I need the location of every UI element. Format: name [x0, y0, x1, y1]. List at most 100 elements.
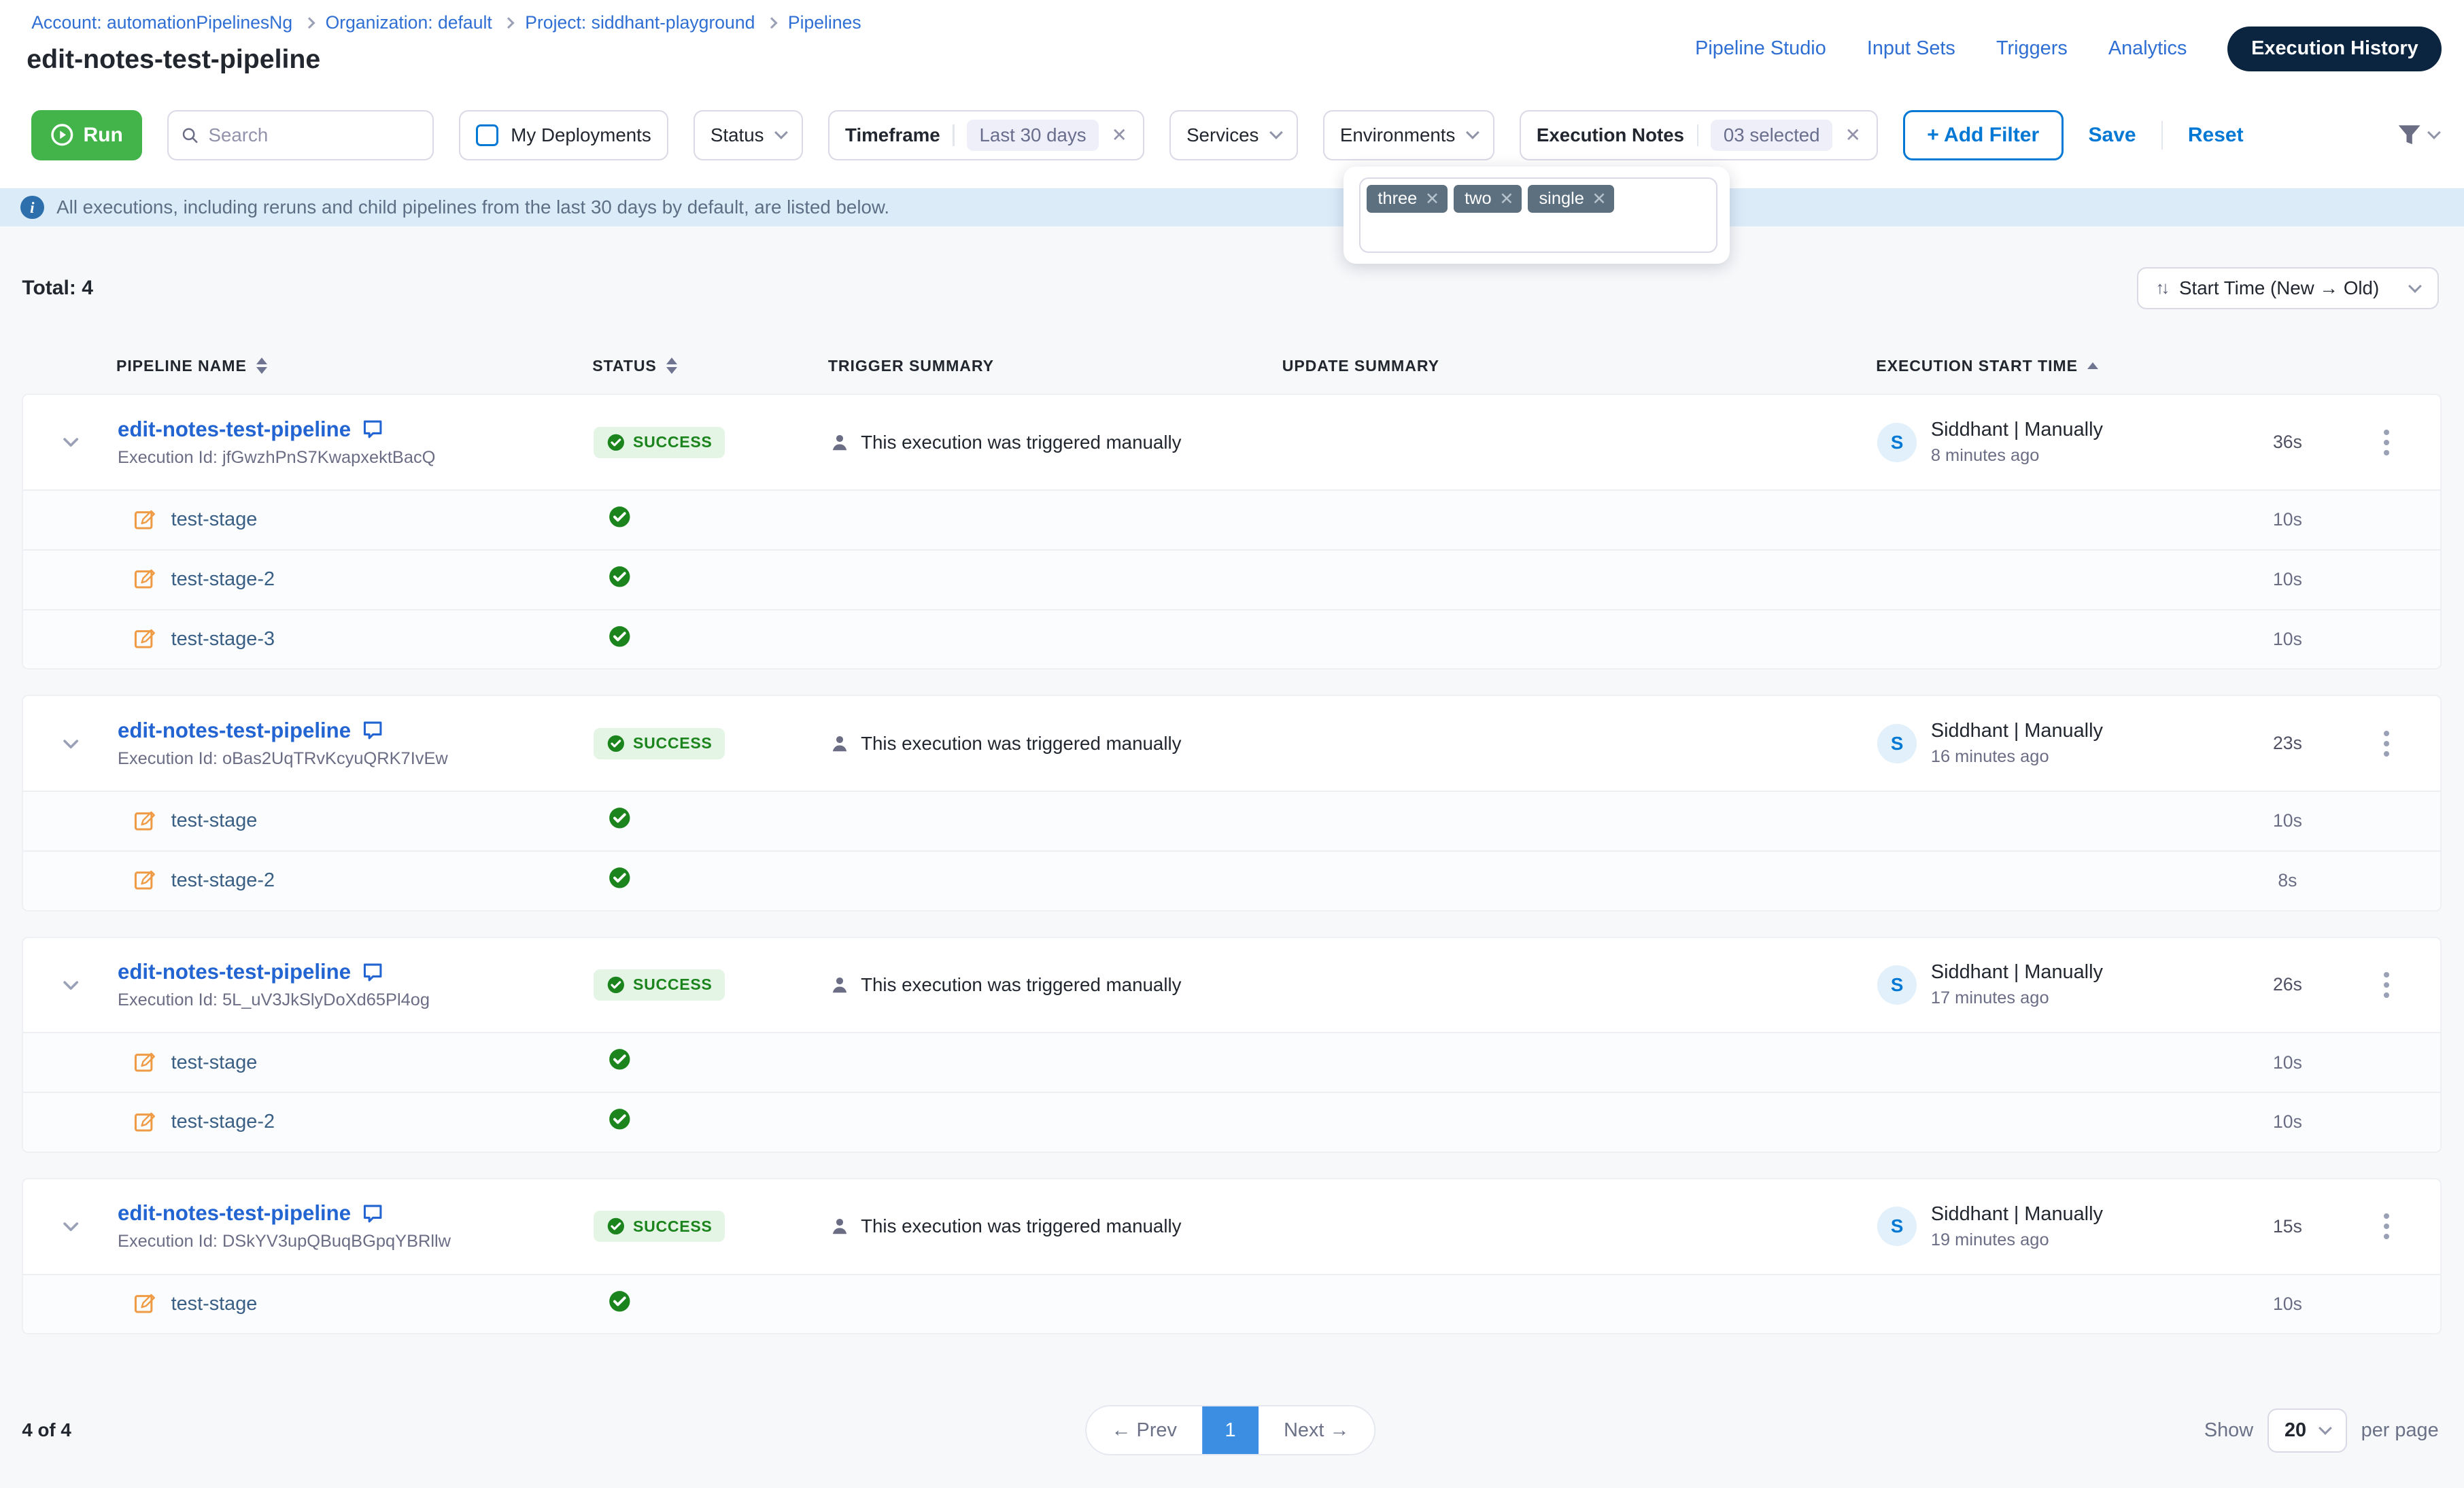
execution-notes-tag-input[interactable]: three✕two✕single✕: [1359, 177, 1717, 253]
run-button[interactable]: Run: [31, 110, 141, 160]
expand-chevron-icon[interactable]: [60, 733, 82, 755]
avatar[interactable]: S: [1877, 724, 1917, 763]
avatar[interactable]: S: [1877, 423, 1917, 462]
user-icon: [829, 432, 850, 453]
avatar[interactable]: S: [1877, 1207, 1917, 1246]
expand-chevron-icon[interactable]: [60, 431, 82, 453]
breadcrumb-link[interactable]: Pipelines: [788, 12, 861, 33]
breadcrumb-link[interactable]: Account: automationPipelinesNg: [31, 12, 292, 33]
breadcrumb-link[interactable]: Organization: default: [326, 12, 492, 33]
search-box: [167, 110, 434, 160]
note-tag[interactable]: single✕: [1528, 185, 1614, 212]
expand-chevron-icon[interactable]: [60, 1215, 82, 1237]
play-icon: [50, 123, 74, 147]
sort-dropdown[interactable]: ↑↓ Start Time (New → Old): [2137, 267, 2439, 309]
main-content: Total: 4 ↑↓ Start Time (New → Old) PIPEL…: [0, 226, 2464, 1488]
status-label: SUCCESS: [633, 975, 713, 994]
pipeline-name-link[interactable]: edit-notes-test-pipeline: [118, 719, 351, 743]
status-filter-dropdown[interactable]: Status: [694, 110, 803, 160]
execution-id: Execution Id: 5L_uV3JkSlyDoXd65Pl4og: [118, 990, 594, 1010]
nav-link-pipeline-studio[interactable]: Pipeline Studio: [1695, 37, 1826, 60]
kebab-menu-icon[interactable]: [2378, 966, 2396, 1005]
column-header-status[interactable]: STATUS: [592, 357, 828, 375]
user-icon: [829, 733, 850, 754]
stage-name[interactable]: test-stage-2: [171, 1111, 275, 1133]
pipeline-name-link[interactable]: edit-notes-test-pipeline: [118, 417, 351, 442]
page-size-dropdown[interactable]: 20: [2268, 1408, 2347, 1453]
execution-row[interactable]: edit-notes-test-pipeline Execution Id: 5…: [23, 938, 2440, 1033]
execution-row[interactable]: edit-notes-test-pipeline Execution Id: D…: [23, 1179, 2440, 1274]
execution-time-ago: 17 minutes ago: [1931, 988, 2103, 1008]
pipeline-name-link[interactable]: edit-notes-test-pipeline: [118, 960, 351, 984]
stage-success-icon: [608, 1048, 632, 1071]
add-filter-button[interactable]: + Add Filter: [1903, 110, 2064, 160]
stage-duration: 10s: [2233, 509, 2343, 530]
stage-name[interactable]: test-stage-2: [171, 568, 275, 591]
avatar[interactable]: S: [1877, 965, 1917, 1005]
expand-chevron-icon[interactable]: [60, 974, 82, 996]
clear-execution-notes-icon[interactable]: ✕: [1845, 124, 1861, 146]
stage-edit-icon: [133, 508, 157, 532]
current-page-button[interactable]: 1: [1202, 1406, 1259, 1454]
environments-filter-dropdown[interactable]: Environments: [1323, 110, 1494, 160]
stage-name[interactable]: test-stage: [171, 1293, 258, 1315]
my-deployments-toggle[interactable]: My Deployments: [459, 110, 668, 160]
stage-name[interactable]: test-stage: [171, 508, 258, 531]
divider: [2161, 121, 2163, 150]
nav-link-analytics[interactable]: Analytics: [2108, 37, 2187, 60]
stage-row[interactable]: test-stage-2 8s: [23, 850, 2440, 910]
toolbar: Run My Deployments Status Timeframe Last…: [31, 110, 2438, 160]
stage-name[interactable]: test-stage-3: [171, 628, 275, 651]
remove-tag-icon[interactable]: ✕: [1499, 188, 1513, 209]
stage-row[interactable]: test-stage 10s: [23, 1032, 2440, 1092]
execution-row[interactable]: edit-notes-test-pipeline Execution Id: j…: [23, 395, 2440, 489]
stage-row[interactable]: test-stage 10s: [23, 791, 2440, 850]
stage-row[interactable]: test-stage 10s: [23, 489, 2440, 549]
note-tag-label: two: [1465, 189, 1492, 209]
divider: [953, 124, 954, 146]
save-filter-link[interactable]: Save: [2088, 124, 2136, 147]
stage-name[interactable]: test-stage: [171, 810, 258, 832]
column-header-pipeline-name[interactable]: PIPELINE NAME: [116, 357, 592, 375]
note-tag[interactable]: two ✕: [1454, 185, 1522, 212]
comment-icon[interactable]: [362, 719, 383, 741]
nav-link-triggers[interactable]: Triggers: [1996, 37, 2068, 60]
stage-row[interactable]: test-stage 10s: [23, 1274, 2440, 1334]
next-page-button[interactable]: Next →: [1259, 1406, 1374, 1454]
breadcrumb-link[interactable]: Project: siddhant-playground: [525, 12, 755, 33]
stage-name[interactable]: test-stage: [171, 1052, 258, 1074]
nav-link-input-sets[interactable]: Input Sets: [1867, 37, 1955, 60]
stage-row[interactable]: test-stage-3 10s: [23, 609, 2440, 669]
stage-name[interactable]: test-stage-2: [171, 869, 275, 892]
kebab-menu-icon[interactable]: [2378, 423, 2396, 462]
my-deployments-checkbox[interactable]: [476, 124, 498, 146]
clear-timeframe-icon[interactable]: ✕: [1112, 124, 1127, 146]
remove-tag-icon[interactable]: ✕: [1425, 188, 1439, 209]
kebab-menu-icon[interactable]: [2378, 724, 2396, 763]
comment-icon[interactable]: [362, 1202, 383, 1224]
execution-notes-value-tag: 03 selected: [1711, 120, 1832, 151]
remove-tag-icon[interactable]: ✕: [1592, 188, 1606, 209]
stage-row[interactable]: test-stage-2 10s: [23, 1092, 2440, 1152]
show-label: Show: [2204, 1419, 2253, 1442]
pipeline-name-link[interactable]: edit-notes-test-pipeline: [118, 1201, 351, 1226]
services-filter-dropdown[interactable]: Services: [1169, 110, 1298, 160]
status-label: SUCCESS: [633, 1217, 713, 1236]
comment-icon[interactable]: [362, 961, 383, 983]
nav-link-execution-history-active[interactable]: Execution History: [2227, 27, 2442, 71]
prev-page-button[interactable]: ← Prev: [1086, 1406, 1202, 1454]
filter-menu-button[interactable]: [2396, 122, 2438, 148]
execution-notes-filter-chip[interactable]: Execution Notes 03 selected ✕: [1520, 110, 1878, 160]
kebab-menu-icon[interactable]: [2378, 1207, 2396, 1246]
column-header-execution-start-time[interactable]: EXECUTION START TIME: [1876, 357, 2231, 375]
note-tag[interactable]: three✕: [1367, 185, 1447, 212]
status-badge: SUCCESS: [594, 969, 725, 1001]
stage-row[interactable]: test-stage-2 10s: [23, 549, 2440, 609]
success-check-icon: [606, 433, 626, 452]
search-input[interactable]: [208, 124, 420, 146]
timeframe-filter-chip[interactable]: Timeframe Last 30 days ✕: [828, 110, 1144, 160]
trigger-summary-text: This execution was triggered manually: [861, 1215, 1181, 1237]
comment-icon[interactable]: [362, 418, 383, 440]
execution-row[interactable]: edit-notes-test-pipeline Execution Id: o…: [23, 696, 2440, 791]
reset-filter-link[interactable]: Reset: [2188, 124, 2244, 147]
